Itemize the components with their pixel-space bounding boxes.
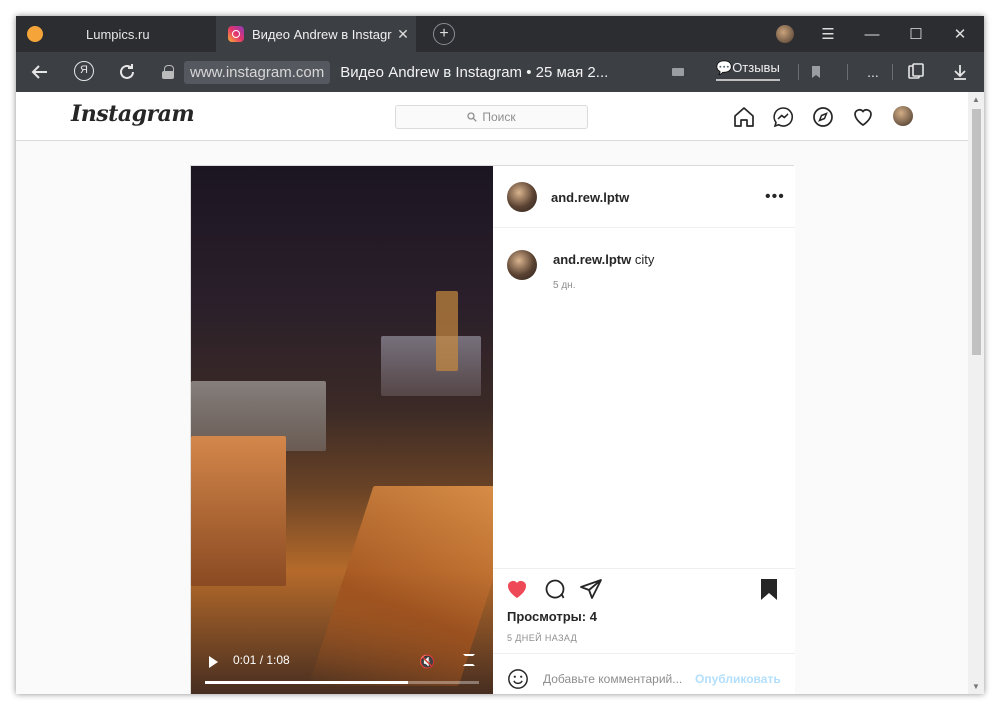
instagram-favicon-icon	[228, 26, 244, 42]
speech-bubble-icon: 💬	[716, 60, 733, 75]
like-heart-icon[interactable]	[505, 577, 529, 601]
divider	[798, 64, 799, 80]
scroll-down-icon[interactable]: ▼	[972, 682, 980, 691]
search-icon	[467, 112, 478, 122]
caption-age: 5 дн.	[553, 280, 576, 291]
new-tab-button[interactable]: +	[433, 23, 455, 45]
post-date: 5 ДНЕЙ НАЗАД	[507, 633, 578, 643]
tab-label: Lumpics.ru	[86, 26, 150, 42]
fullscreen-icon[interactable]	[463, 654, 475, 666]
more-menu-button[interactable]: ...	[861, 60, 885, 84]
maximize-button[interactable]: ☐	[896, 16, 936, 52]
more-options-icon[interactable]: •••	[765, 188, 785, 206]
video-progress-fill	[205, 681, 408, 684]
profile-avatar[interactable]	[893, 106, 913, 126]
search-input[interactable]: Поиск	[395, 105, 588, 129]
building-shape	[436, 291, 458, 371]
emoji-icon[interactable]	[507, 668, 529, 690]
close-window-button[interactable]: ✕	[940, 16, 980, 52]
scrollbar-thumb[interactable]	[972, 109, 981, 355]
download-icon[interactable]	[948, 60, 972, 84]
post-actions: Просмотры: 4 5 ДНЕЙ НАЗАД Добавьте комме…	[493, 568, 795, 694]
explore-icon[interactable]	[811, 105, 835, 129]
tab-instagram[interactable]: Видео Andrew в Instagram ✕	[216, 16, 416, 52]
browser-logo-icon[interactable]	[27, 26, 43, 42]
search-placeholder: Поиск	[482, 110, 516, 124]
post-header: and.rew.lptw •••	[493, 166, 795, 228]
video-player[interactable]: 0:01 / 1:08 🔇	[191, 166, 493, 694]
tab-label: Видео Andrew в Instagram	[252, 26, 392, 42]
post-sidebar: and.rew.lptw ••• and.rew.lptw city 5 дн.…	[493, 166, 795, 694]
reload-icon[interactable]	[115, 60, 139, 84]
address-bar: Я www.instagram.com Видео Andrew в Insta…	[16, 52, 984, 92]
comment-icon[interactable]	[543, 577, 567, 601]
instagram-logo[interactable]: Instagram	[71, 101, 195, 127]
url-domain: www.instagram.com	[184, 60, 331, 84]
author-avatar[interactable]	[507, 182, 537, 212]
view-count: Просмотры: 4	[507, 609, 597, 624]
browser-window: Lumpics.ru Видео Andrew в Instagram ✕ + …	[16, 16, 984, 694]
reviews-button[interactable]: 💬Отзывы	[716, 60, 780, 81]
post-card: 0:01 / 1:08 🔇 and.rew.lptw ••• and.rew.l…	[190, 165, 795, 694]
saved-bookmark-icon[interactable]	[757, 577, 781, 601]
mute-icon[interactable]: 🔇	[419, 654, 435, 670]
video-progress-bar[interactable]	[205, 681, 479, 684]
reviews-label: Отзывы	[732, 60, 780, 75]
heart-icon[interactable]	[851, 105, 875, 129]
caption-username[interactable]: and.rew.lptw	[553, 252, 631, 267]
comment-box: Добавьте комментарий... Опубликовать	[493, 653, 795, 694]
caption-avatar[interactable]	[507, 250, 537, 280]
home-icon[interactable]	[732, 105, 756, 129]
publish-button[interactable]: Опубликовать	[695, 672, 781, 686]
comment-input[interactable]: Добавьте комментарий...	[543, 672, 682, 686]
page-content: Instagram Поиск 0:01 / 1:08 🔇 and.rew.lp…	[16, 92, 968, 694]
back-icon[interactable]	[28, 60, 52, 84]
lock-icon	[162, 65, 174, 79]
video-time: 0:01 / 1:08	[233, 653, 290, 667]
bookmark-icon[interactable]	[804, 60, 828, 84]
share-icon[interactable]	[579, 577, 603, 601]
building-shape	[191, 436, 286, 586]
divider	[892, 64, 893, 80]
page-title: Видео Andrew в Instagram • 25 мая 2...	[340, 63, 609, 81]
page-scrollbar[interactable]: ▲ ▼	[968, 92, 984, 694]
author-username[interactable]: and.rew.lptw	[551, 190, 629, 205]
play-icon[interactable]	[209, 656, 218, 668]
scroll-up-icon[interactable]: ▲	[972, 95, 980, 104]
tab-lumpics[interactable]: Lumpics.ru	[56, 16, 216, 52]
building-shape	[381, 336, 481, 396]
tab-bar: Lumpics.ru Видео Andrew в Instagram ✕ + …	[16, 16, 984, 52]
divider	[847, 64, 848, 80]
video-controls: 0:01 / 1:08 🔇	[191, 646, 493, 694]
messenger-icon[interactable]	[771, 105, 795, 129]
profile-avatar[interactable]	[776, 25, 794, 43]
url-field[interactable]: www.instagram.com Видео Andrew в Instagr…	[156, 58, 666, 86]
yandex-icon[interactable]: Я	[74, 61, 94, 81]
browser-menu-button[interactable]: ☰	[808, 16, 848, 52]
caption-text: city	[634, 252, 655, 267]
minimize-button[interactable]: —	[852, 16, 892, 52]
close-tab-icon[interactable]: ✕	[396, 26, 410, 43]
post-caption: and.rew.lptw city	[553, 252, 654, 267]
chat-icon[interactable]	[666, 60, 690, 84]
instagram-header: Instagram Поиск	[16, 92, 968, 141]
collections-icon[interactable]	[904, 60, 928, 84]
